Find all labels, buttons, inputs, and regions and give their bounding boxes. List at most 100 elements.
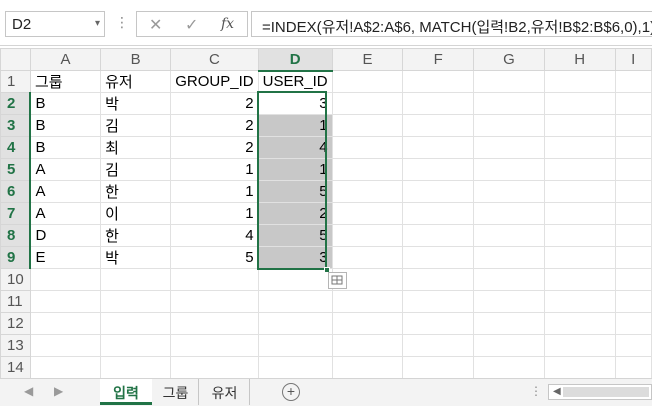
cell[interactable]	[614, 92, 652, 115]
cell[interactable]	[331, 312, 404, 335]
row-header[interactable]: 7	[0, 202, 32, 225]
row-header[interactable]: 3	[0, 114, 32, 137]
cell[interactable]	[402, 114, 475, 137]
row-header[interactable]: 1	[0, 70, 31, 93]
cell[interactable]	[614, 290, 652, 313]
header-cell-user-id[interactable]: USER_ID	[257, 70, 333, 93]
chevron-down-icon[interactable]: ▾	[95, 18, 100, 29]
cell[interactable]	[473, 158, 545, 181]
cell-group[interactable]: D	[29, 224, 102, 247]
cell[interactable]	[257, 334, 333, 357]
horizontal-scrollbar[interactable]: ◀	[548, 384, 652, 400]
cell[interactable]	[543, 334, 616, 357]
column-header-i[interactable]: I	[614, 48, 652, 71]
cell[interactable]	[402, 290, 475, 313]
cell-group[interactable]: B	[29, 114, 102, 137]
cell[interactable]	[614, 70, 652, 93]
name-box[interactable]: D2 ▾	[5, 11, 105, 37]
cell[interactable]	[614, 202, 652, 225]
cell[interactable]	[170, 268, 259, 291]
add-sheet-icon[interactable]: +	[282, 383, 300, 401]
cell[interactable]	[543, 290, 616, 313]
cell[interactable]	[543, 246, 616, 269]
cell-group[interactable]: A	[29, 202, 102, 225]
cell-user-id[interactable]: 2	[257, 202, 333, 225]
column-header-h[interactable]: H	[543, 48, 616, 71]
column-header-g[interactable]: G	[473, 48, 545, 71]
cell[interactable]	[402, 224, 475, 247]
column-header-a[interactable]: A	[29, 48, 102, 71]
cell[interactable]	[100, 290, 172, 313]
cell[interactable]	[331, 114, 404, 137]
cell[interactable]	[402, 334, 475, 357]
enter-check-icon[interactable]: ✓	[185, 15, 198, 35]
cell-group-id[interactable]: 4	[170, 224, 259, 247]
cell[interactable]	[614, 268, 652, 291]
cell[interactable]	[543, 180, 616, 203]
cell[interactable]	[257, 290, 333, 313]
cell[interactable]	[100, 312, 172, 335]
cell[interactable]	[473, 180, 545, 203]
cell[interactable]	[402, 356, 475, 378]
more-options-icon[interactable]: ⋮	[115, 14, 129, 31]
cell-user-id[interactable]: 5	[257, 224, 333, 247]
cell[interactable]	[543, 136, 616, 159]
cell[interactable]	[100, 268, 172, 291]
header-cell-group[interactable]: 그룹	[29, 70, 102, 93]
cell[interactable]	[543, 268, 616, 291]
cell[interactable]	[402, 70, 475, 93]
row-header[interactable]: 12	[0, 312, 31, 335]
cell-group-id[interactable]: 2	[170, 136, 259, 159]
cell-user[interactable]: 박	[100, 246, 172, 269]
cell[interactable]	[614, 136, 652, 159]
cell[interactable]	[614, 158, 652, 181]
cell[interactable]	[473, 246, 545, 269]
cell[interactable]	[543, 224, 616, 247]
cell[interactable]	[614, 224, 652, 247]
cell-group[interactable]: A	[29, 158, 102, 181]
cell[interactable]	[614, 356, 652, 378]
cell[interactable]	[473, 70, 545, 93]
cell[interactable]	[543, 114, 616, 137]
cell[interactable]	[170, 290, 259, 313]
cell-group-id[interactable]: 2	[170, 114, 259, 137]
row-header[interactable]: 9	[0, 246, 32, 269]
row-header[interactable]: 14	[0, 356, 31, 378]
cell[interactable]	[331, 356, 404, 378]
cell[interactable]	[402, 312, 475, 335]
row-header[interactable]: 8	[0, 224, 32, 247]
cell[interactable]	[614, 114, 652, 137]
cell-user[interactable]: 한	[100, 224, 172, 247]
column-header-d[interactable]: D	[257, 48, 333, 72]
cell[interactable]	[473, 312, 545, 335]
cell[interactable]	[473, 268, 545, 291]
row-header[interactable]: 13	[0, 334, 31, 357]
cell[interactable]	[170, 334, 259, 357]
cell[interactable]	[402, 268, 475, 291]
cell[interactable]	[543, 312, 616, 335]
cell-user-id-active[interactable]: 3	[257, 92, 333, 115]
insert-function-icon[interactable]: fx	[221, 16, 234, 32]
cell[interactable]	[473, 290, 545, 313]
cell[interactable]	[543, 92, 616, 115]
cell[interactable]	[170, 356, 259, 378]
cell[interactable]	[331, 290, 404, 313]
cancel-icon[interactable]: ✕	[149, 15, 162, 35]
cell[interactable]	[29, 334, 102, 357]
cell[interactable]	[29, 290, 102, 313]
cell[interactable]	[331, 136, 404, 159]
cell[interactable]	[614, 312, 652, 335]
cell-group[interactable]: B	[29, 136, 102, 159]
cell[interactable]	[402, 158, 475, 181]
cell[interactable]	[614, 180, 652, 203]
column-header-c[interactable]: C	[170, 48, 259, 71]
cell[interactable]	[473, 136, 545, 159]
cell[interactable]	[473, 92, 545, 115]
cell-group[interactable]: E	[29, 246, 102, 269]
cell[interactable]	[473, 202, 545, 225]
cell[interactable]	[257, 268, 333, 291]
cell[interactable]	[29, 312, 102, 335]
cell-user[interactable]: 최	[100, 136, 172, 159]
cell[interactable]	[331, 202, 404, 225]
tab-scroll-right-icon[interactable]: ▶	[54, 384, 63, 398]
